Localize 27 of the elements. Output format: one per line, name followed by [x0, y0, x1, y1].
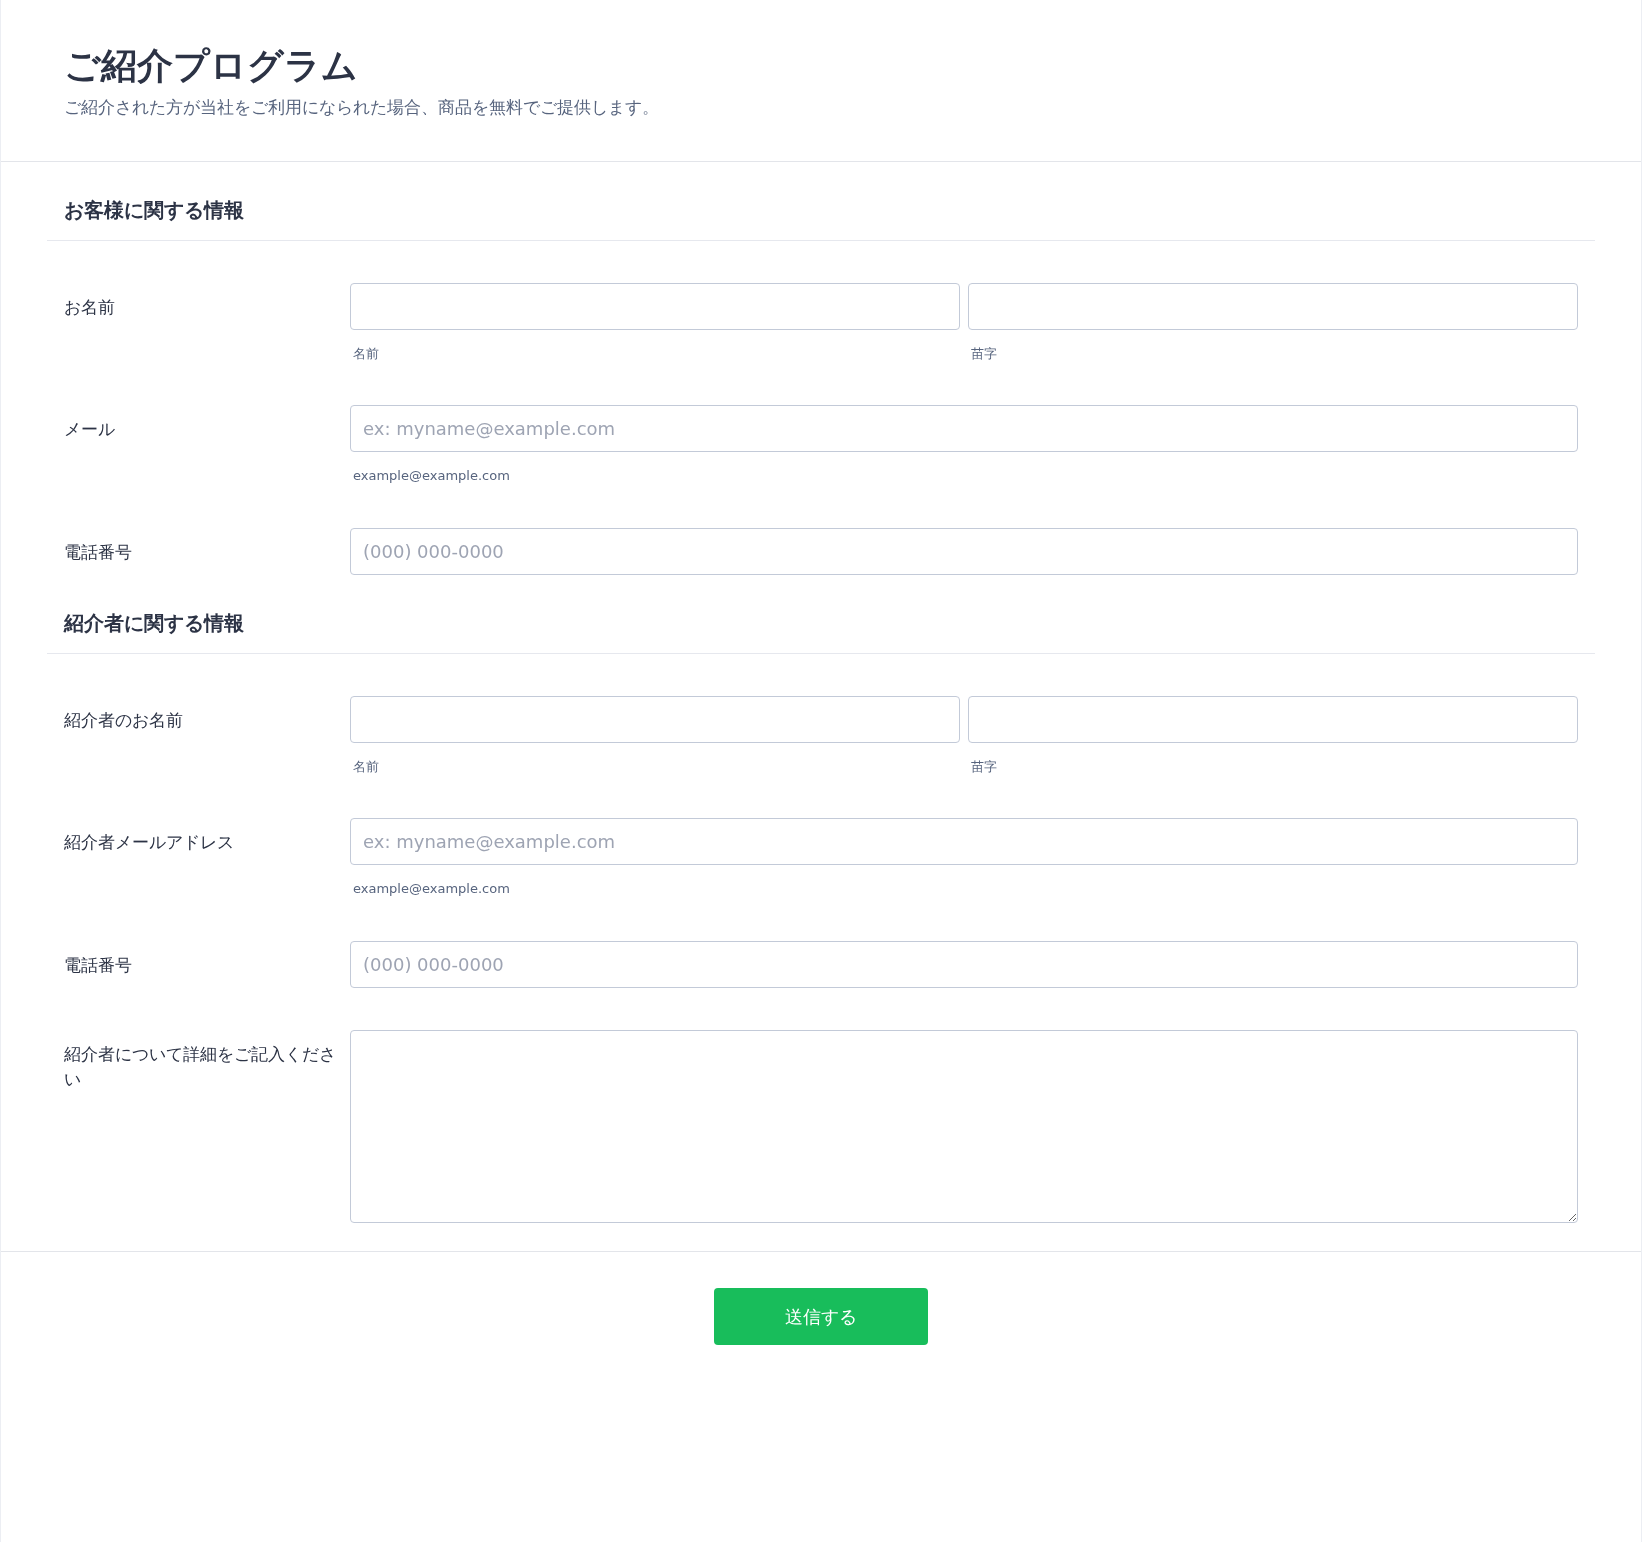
input-field[interactable] — [968, 282, 1578, 330]
field-sublabel: example@example.com — [352, 880, 511, 899]
field-label: 紹介者のお名前 — [64, 708, 184, 732]
field-sublabel: 苗字 — [970, 344, 998, 363]
field-label: お名前 — [64, 295, 116, 319]
field-sublabel: 名前 — [352, 344, 380, 363]
field-label: 紹介者メールアドレス — [64, 831, 235, 855]
field-label: 電話番号 — [64, 540, 133, 564]
input-field[interactable]: (000) 000-0000 — [350, 940, 1578, 988]
input-field[interactable]: ex: myname@example.com — [350, 405, 1578, 453]
input-field[interactable]: ex: myname@example.com — [350, 818, 1578, 866]
submit-button[interactable]: 送信する — [714, 1287, 928, 1345]
form-description: ご紹介された方が当社をご利用になられた場合、商品を無料でご提供します。 — [64, 96, 660, 120]
section-heading: お客様に関する情報 — [47, 161, 1595, 241]
field-sublabel: 名前 — [352, 757, 380, 776]
input-field[interactable]: (000) 000-0000 — [350, 527, 1578, 575]
input-field[interactable] — [350, 695, 960, 743]
field-label: 紹介者について詳細をご記入ください — [64, 1042, 337, 1092]
field-sublabel: example@example.com — [352, 467, 511, 486]
input-field[interactable] — [350, 282, 960, 330]
form-title: ご紹介プログラム — [64, 44, 359, 88]
section-heading: 紹介者に関する情報 — [47, 574, 1595, 654]
field-label: 電話番号 — [64, 953, 133, 977]
text-area[interactable] — [350, 1029, 1578, 1223]
field-label: メール — [64, 418, 116, 442]
field-sublabel: 苗字 — [970, 757, 998, 776]
input-field[interactable] — [968, 695, 1578, 743]
